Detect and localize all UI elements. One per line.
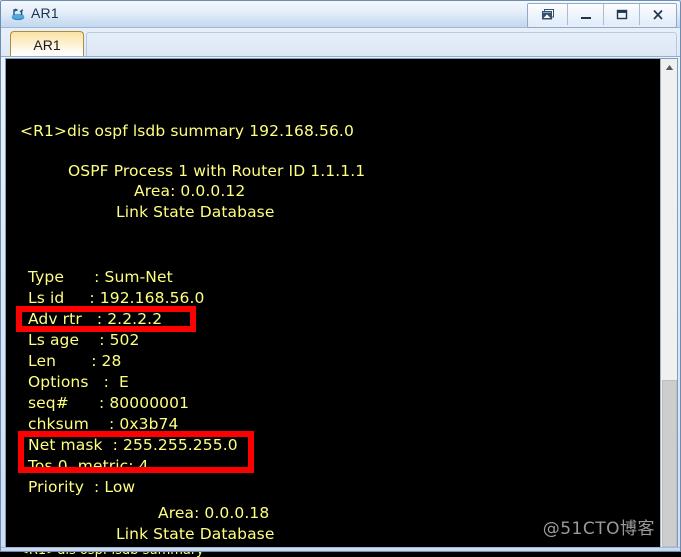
terminal-line: OSPF Process 1 with Router ID 1.1.1.1 [68, 162, 366, 180]
terminal-frame: <R1>dis ospf lsdb summary 192.168.56.0 OS… [5, 58, 678, 548]
window-controls [527, 3, 677, 28]
scrollbar-thumb[interactable] [662, 380, 677, 547]
close-button[interactable] [640, 4, 676, 25]
ar1-terminal-window: AR1 AR1 <R1>dis ospf lsdb summary 192.16… [0, 0, 681, 552]
terminal-line: Options : E [28, 373, 129, 391]
restore-windows-button[interactable] [528, 4, 568, 25]
terminal-line: Len : 28 [28, 352, 122, 370]
title-bar: AR1 [1, 1, 680, 28]
terminal-scrollbar[interactable] [660, 59, 677, 547]
tab-ar1-label: AR1 [33, 36, 61, 53]
minimize-button[interactable] [568, 4, 604, 25]
router-icon [9, 5, 27, 23]
terminal-line: Area: 0.0.0.12 [134, 182, 246, 200]
window-title: AR1 [31, 5, 59, 21]
background-window-text: <R1>dis ospf lsdb summary [18, 552, 204, 557]
terminal-line: Link State Database [116, 203, 275, 221]
terminal-output[interactable]: <R1>dis ospf lsdb summary 192.168.56.0 OS… [6, 59, 661, 547]
terminal-line: Type : Sum-Net [28, 268, 173, 286]
terminal-line: <R1>dis ospf lsdb summary 192.168.56.0 [20, 122, 354, 140]
terminal-line: Ls age : 502 [28, 331, 140, 349]
terminal-line: Priority : Low [28, 478, 136, 496]
terminal-line: chksum : 0x3b74 [28, 415, 179, 433]
tab-ar1[interactable]: AR1 [10, 31, 84, 57]
tab-strip-filler [86, 32, 677, 57]
maximize-button[interactable] [604, 4, 640, 25]
terminal-line: Adv rtr : 2.2.2.2 [28, 310, 163, 328]
terminal-line: Tos 0 metric: 4 [28, 457, 149, 475]
scroll-up-arrow-icon[interactable] [661, 59, 677, 76]
terminal-line: Area: 0.0.0.18 [158, 504, 270, 522]
terminal-line: Ls id : 192.168.56.0 [28, 289, 205, 307]
terminal-line: Net mask : 255.255.255.0 [28, 436, 238, 454]
tab-strip: AR1 [1, 28, 680, 57]
background-window-sliver: <R1>dis ospf lsdb summary [0, 552, 681, 557]
terminal-line: Link State Database [116, 525, 275, 543]
terminal-line: seq# : 80000001 [28, 394, 190, 412]
tab-strip-divider [1, 56, 680, 57]
watermark: @51CTO博客 [542, 519, 655, 539]
